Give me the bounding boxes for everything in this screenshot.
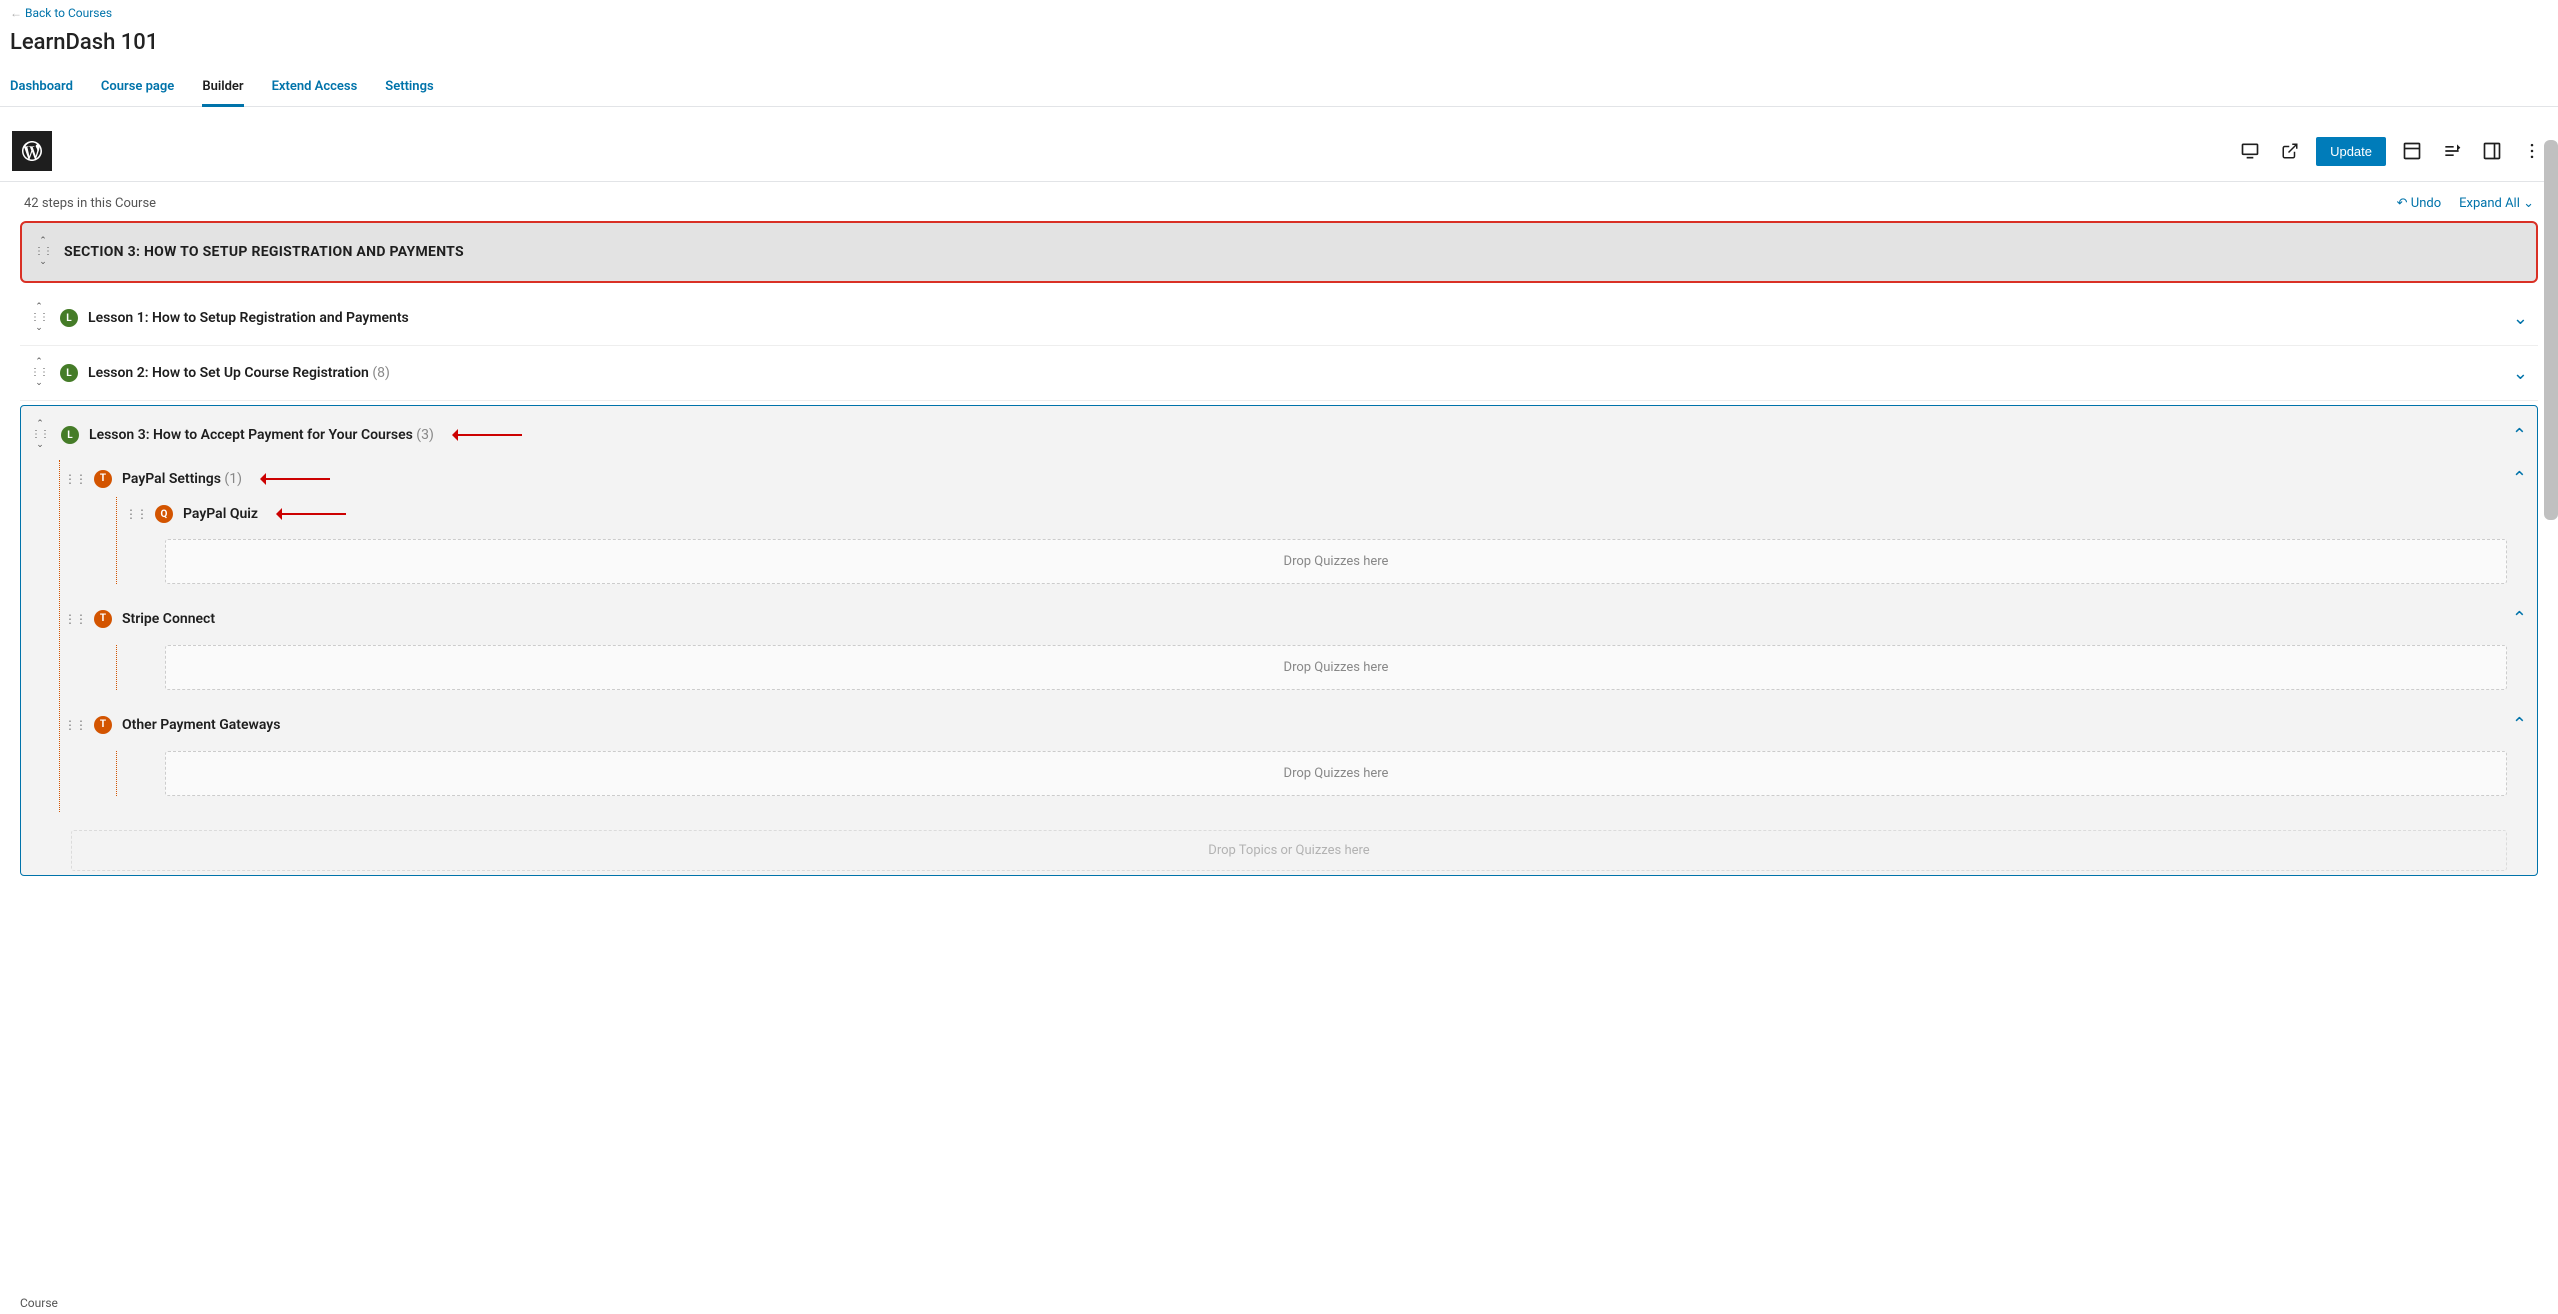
- tab-course-page[interactable]: Course page: [101, 69, 174, 106]
- chevron-up-icon[interactable]: [2512, 714, 2527, 735]
- lesson-3-row[interactable]: ⌃⋮⋮⌄ L Lesson 3: How to Accept Payment f…: [31, 420, 2527, 450]
- quiz-badge-icon: Q: [155, 505, 173, 523]
- lesson-badge-icon: L: [60, 309, 78, 327]
- chevron-down-icon[interactable]: [2513, 363, 2528, 384]
- editor-toolbar: Update: [0, 121, 2558, 182]
- topic-other-row[interactable]: ⋮⋮ T Other Payment Gateways: [60, 706, 2527, 743]
- more-options-icon[interactable]: [2518, 137, 2546, 165]
- update-button[interactable]: Update: [2316, 137, 2386, 166]
- lesson-1-title: Lesson 1: How to Setup Registration and …: [88, 310, 409, 326]
- drag-handle-icon[interactable]: ⌃⋮⋮⌄: [31, 420, 49, 450]
- steps-count-text: 42 steps in this Course: [24, 196, 156, 211]
- tab-dashboard[interactable]: Dashboard: [10, 69, 73, 106]
- drop-topics-quizzes-zone[interactable]: Drop Topics or Quizzes here: [71, 830, 2507, 871]
- back-to-courses-link[interactable]: Back to Courses: [0, 0, 122, 26]
- drag-handle-icon[interactable]: ⋮⋮: [64, 612, 86, 626]
- drag-handle-icon[interactable]: ⌃⋮⋮⌄: [30, 303, 48, 333]
- section-title: SECTION 3: HOW TO SETUP REGISTRATION AND…: [64, 244, 464, 260]
- learndash-panel-icon[interactable]: [2438, 137, 2466, 165]
- topic-stripe-row[interactable]: ⋮⋮ T Stripe Connect: [60, 600, 2527, 637]
- desktop-view-icon[interactable]: [2236, 137, 2264, 165]
- scrollbar[interactable]: [2544, 140, 2558, 520]
- lesson-badge-icon: L: [61, 426, 79, 444]
- tab-settings[interactable]: Settings: [385, 69, 433, 106]
- tab-extend-access[interactable]: Extend Access: [272, 69, 358, 106]
- lesson-badge-icon: L: [60, 364, 78, 382]
- chevron-up-icon[interactable]: [2512, 608, 2527, 629]
- lesson-1-row[interactable]: ⌃⋮⋮⌄ L Lesson 1: How to Setup Registrati…: [20, 291, 2538, 346]
- tab-builder[interactable]: Builder: [202, 69, 243, 106]
- settings-panel-icon[interactable]: [2398, 137, 2426, 165]
- drag-handle-icon[interactable]: ⌃⋮⋮⌄: [34, 237, 52, 267]
- chevron-up-icon[interactable]: [2512, 425, 2527, 446]
- chevron-up-icon[interactable]: [2512, 468, 2527, 489]
- chevron-down-icon[interactable]: [2513, 308, 2528, 329]
- drag-handle-icon[interactable]: ⋮⋮: [125, 507, 147, 521]
- topic-stripe-title: Stripe Connect: [122, 611, 215, 627]
- quiz-paypal-title: PayPal Quiz: [183, 506, 258, 522]
- drag-handle-icon[interactable]: ⋮⋮: [64, 718, 86, 732]
- drop-quizzes-zone[interactable]: Drop Quizzes here: [165, 751, 2507, 796]
- course-title: LearnDash 101: [0, 26, 2558, 69]
- lesson-3-expanded: ⌃⋮⋮⌄ L Lesson 3: How to Accept Payment f…: [20, 405, 2538, 876]
- footer-status-text: Course: [0, 1292, 78, 1314]
- annotation-arrow-icon: [266, 510, 346, 518]
- sidebar-toggle-icon[interactable]: [2478, 137, 2506, 165]
- lesson-2-row[interactable]: ⌃⋮⋮⌄ L Lesson 2: How to Set Up Course Re…: [20, 346, 2538, 401]
- topic-other-title: Other Payment Gateways: [122, 717, 280, 733]
- topic-badge-icon: T: [94, 470, 112, 488]
- expand-all-link[interactable]: Expand All ⌄: [2459, 196, 2534, 211]
- topic-paypal-title: PayPal Settings (1): [122, 471, 242, 487]
- drag-handle-icon[interactable]: ⌃⋮⋮⌄: [30, 358, 48, 388]
- annotation-arrow-icon: [250, 475, 330, 483]
- drop-quizzes-zone[interactable]: Drop Quizzes here: [165, 539, 2507, 584]
- undo-link[interactable]: Undo: [2397, 196, 2441, 211]
- topic-badge-icon: T: [94, 610, 112, 628]
- tabs-nav: Dashboard Course page Builder Extend Acc…: [0, 69, 2558, 107]
- drag-handle-icon[interactable]: ⋮⋮: [64, 472, 86, 486]
- annotation-arrow-icon: [442, 431, 522, 439]
- external-link-icon[interactable]: [2276, 137, 2304, 165]
- topic-badge-icon: T: [94, 716, 112, 734]
- lesson-2-title: Lesson 2: How to Set Up Course Registrat…: [88, 365, 390, 381]
- section-header-row[interactable]: ⌃⋮⋮⌄ SECTION 3: HOW TO SETUP REGISTRATIO…: [20, 221, 2538, 283]
- wordpress-logo-icon[interactable]: [12, 131, 52, 171]
- drop-quizzes-zone[interactable]: Drop Quizzes here: [165, 645, 2507, 690]
- topic-paypal-row[interactable]: ⋮⋮ T PayPal Settings (1): [60, 460, 2527, 497]
- quiz-paypal-row[interactable]: ⋮⋮ Q PayPal Quiz: [121, 497, 2527, 531]
- lesson-3-title: Lesson 3: How to Accept Payment for Your…: [89, 427, 434, 443]
